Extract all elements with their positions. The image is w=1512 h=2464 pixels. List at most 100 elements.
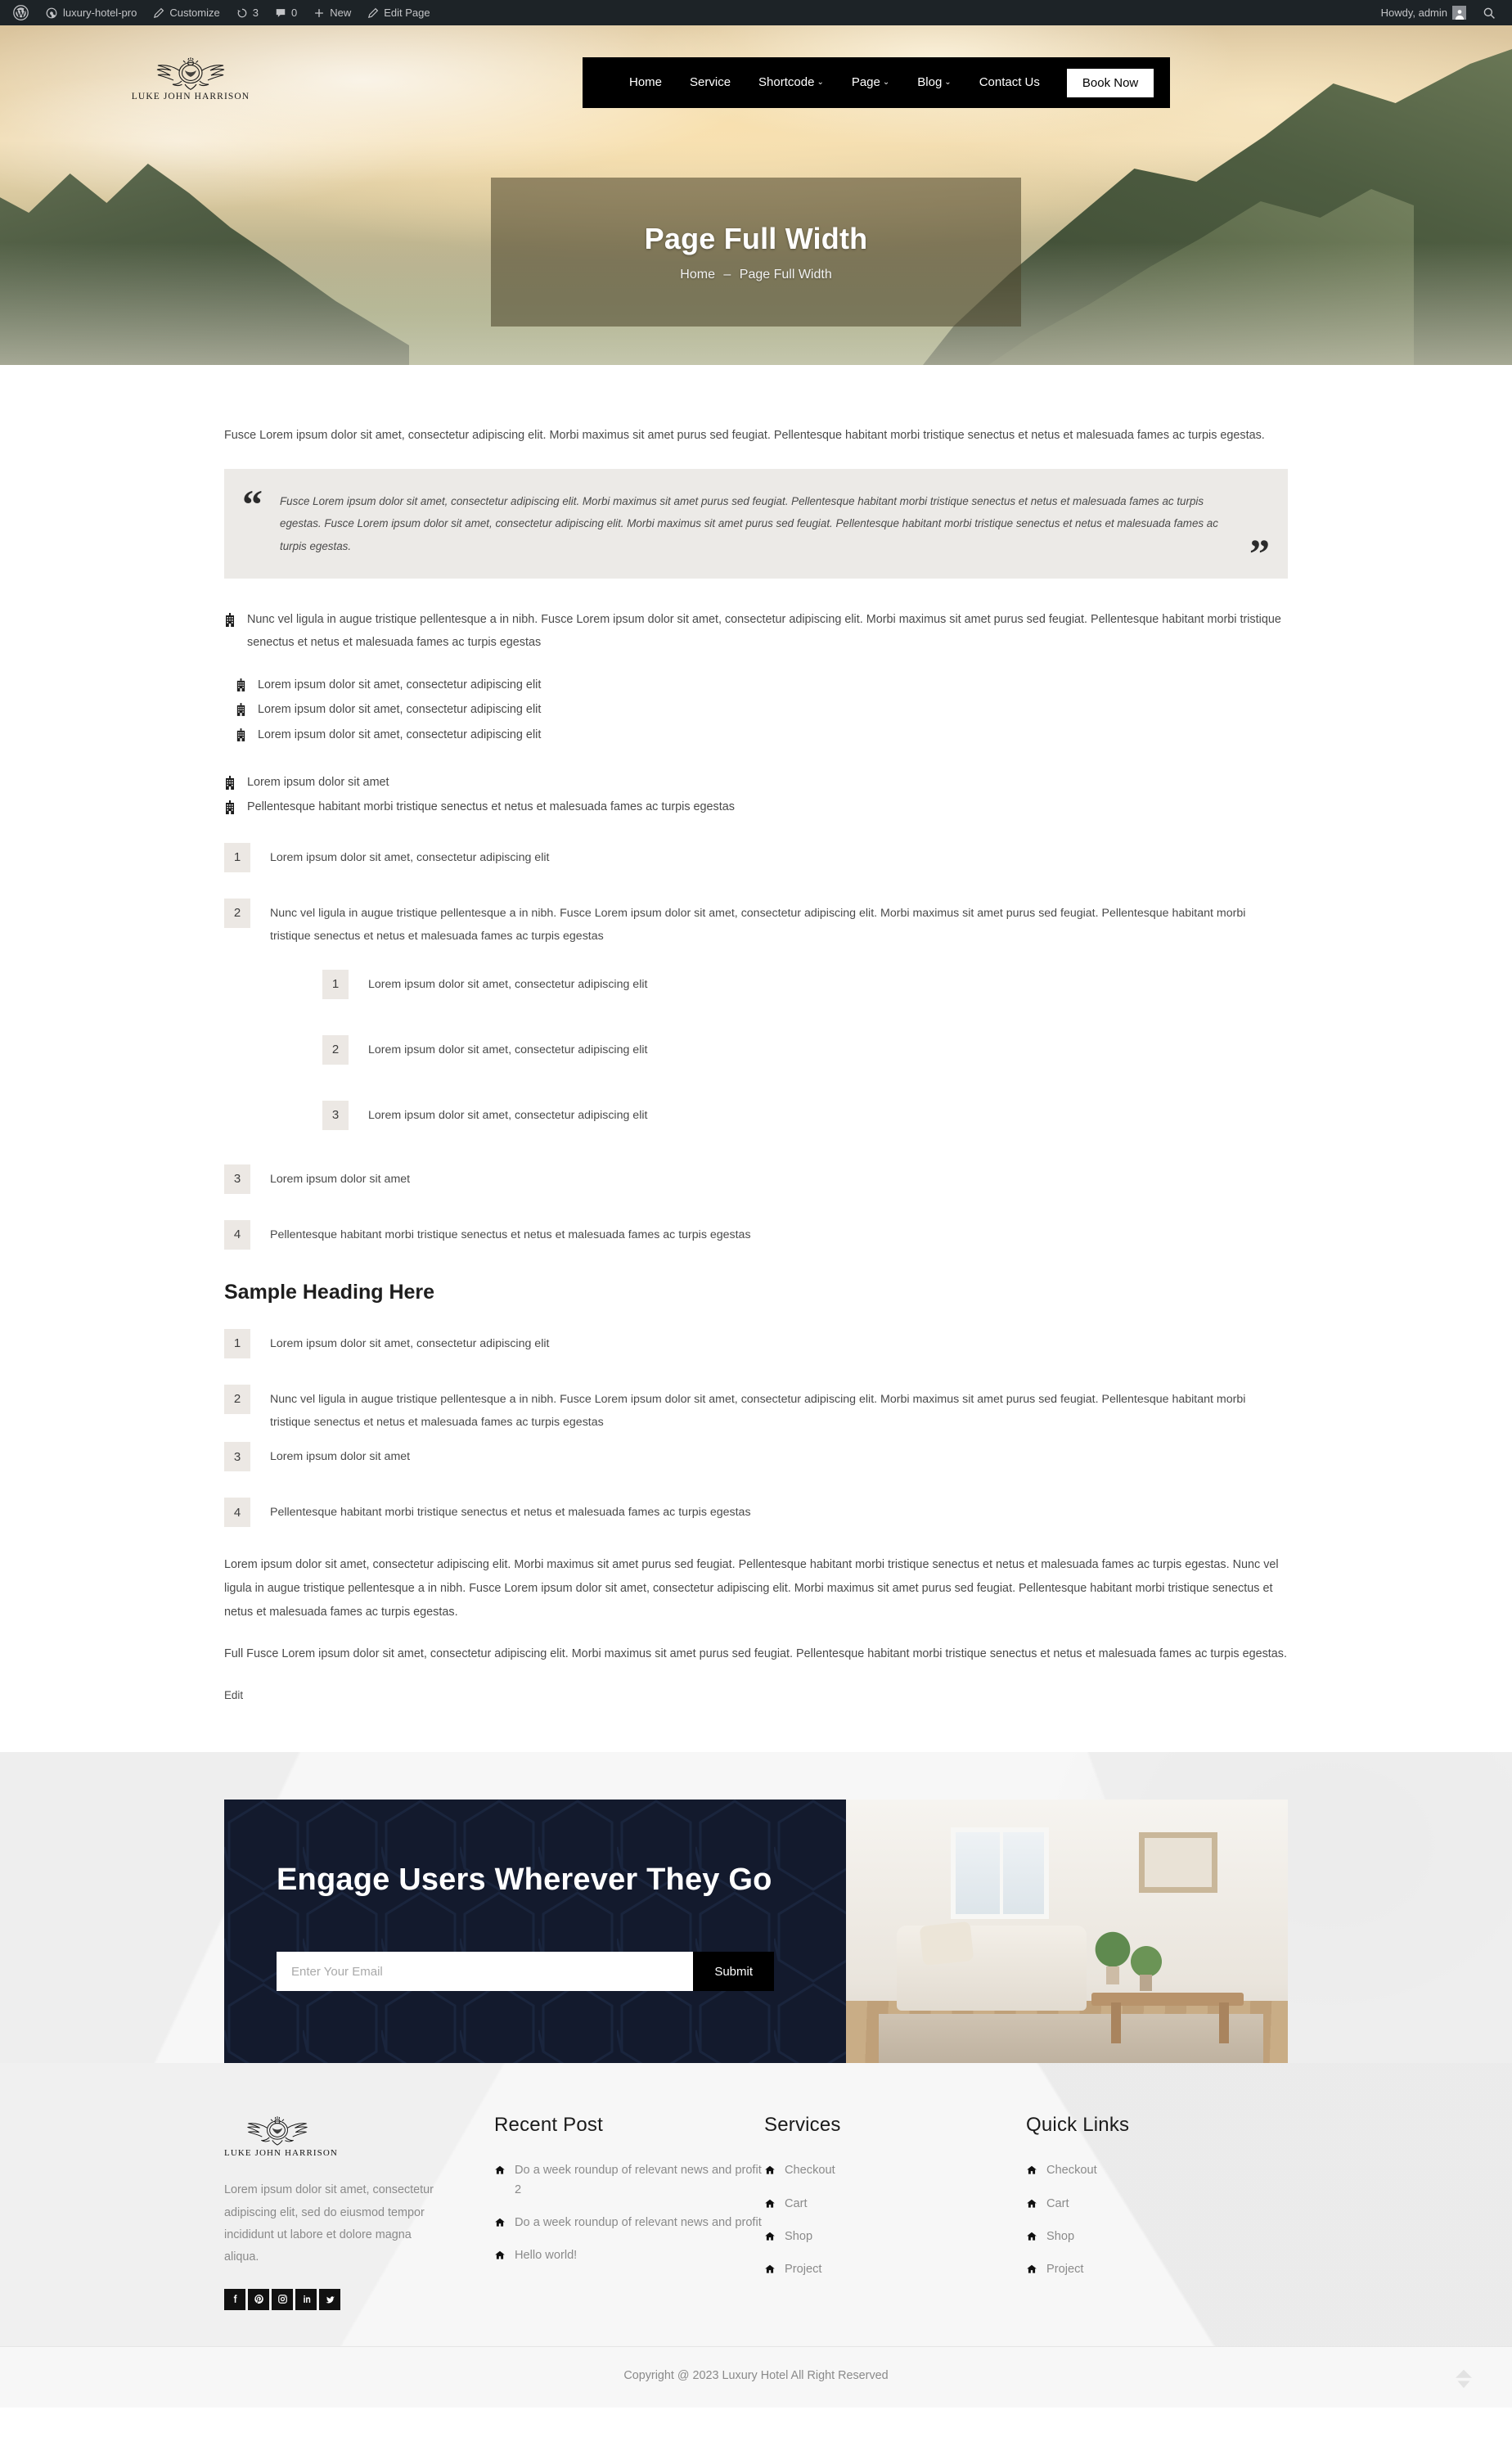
link-label: Cart <box>785 2196 808 2210</box>
footer-logo[interactable]: LUKE JOHN HARRISON <box>224 2114 461 2158</box>
list-item: 1 Lorem ipsum dolor sit amet, consectetu… <box>224 1328 1288 1358</box>
link-label: Checkout <box>785 2164 835 2178</box>
site-logo[interactable]: LUKE JOHN HARRISON <box>113 55 268 101</box>
list-item-text: Pellentesque habitant morbi tristique se… <box>247 800 735 813</box>
footer-about-text: Lorem ipsum dolor sit amet, consectetur … <box>224 2183 434 2264</box>
nav-label: Shortcode <box>758 75 815 89</box>
list-item: 3 Lorem ipsum dolor sit amet <box>224 1442 1288 1472</box>
list-item-text: Lorem ipsum dolor sit amet, consectetur … <box>258 727 542 741</box>
quick-links-list: Checkout Cart Shop Project <box>1026 2161 1288 2279</box>
list-item[interactable]: Do a week roundup of relevant news and p… <box>494 2161 764 2200</box>
footer-column-services: Services Checkout Cart Shop Project <box>764 2114 1026 2309</box>
nav-label: Contact Us <box>979 75 1040 89</box>
new-content-button[interactable]: New <box>305 0 359 25</box>
footer-column-title: Quick Links <box>1026 2114 1130 2137</box>
customize-button[interactable]: Customize <box>145 0 227 25</box>
email-input[interactable] <box>277 1952 694 1992</box>
list-item: 4 Pellentesque habitant morbi tristique … <box>224 1498 1288 1528</box>
pencil-icon <box>153 7 164 19</box>
list-item[interactable]: Checkout <box>1026 2161 1288 2180</box>
hotel-building-icon <box>224 775 236 790</box>
list-number-badge: 3 <box>322 1100 349 1130</box>
customize-label: Customize <box>169 7 220 19</box>
admin-bar-site-name[interactable]: luxury-hotel-pro <box>37 0 145 25</box>
home-icon <box>1026 2231 1037 2242</box>
nav-item-service[interactable]: Service <box>676 57 745 108</box>
numbered-list-primary: 1 Lorem ipsum dolor sit amet, consectetu… <box>224 842 1288 1250</box>
newsletter-section: Engage Users Wherever They Go Submit <box>0 1751 1512 2064</box>
link-label: Checkout <box>1046 2164 1097 2178</box>
hotel-building-icon <box>224 613 236 628</box>
facebook-icon[interactable] <box>224 2288 245 2310</box>
link-label: Do a week roundup of relevant news and p… <box>515 2164 762 2196</box>
list-item: 2 Lorem ipsum dolor sit amet, consectetu… <box>322 1034 1288 1065</box>
home-icon <box>494 2250 506 2261</box>
list-item: 3 Lorem ipsum dolor sit amet <box>224 1164 1288 1194</box>
breadcrumb-home[interactable]: Home <box>680 268 715 282</box>
list-item[interactable]: Checkout <box>764 2161 1026 2180</box>
page-title-box: Page Full Width Home – Page Full Width <box>491 178 1021 327</box>
nav-item-contact-us[interactable]: Contact Us <box>965 57 1054 108</box>
footer-column-title: Recent Post <box>494 2114 603 2137</box>
home-icon <box>1026 2264 1037 2275</box>
icon-list-primary: Nunc vel ligula in augue tristique pelle… <box>224 608 1288 654</box>
linkedin-icon[interactable] <box>295 2288 317 2310</box>
numbered-sublist: 1 Lorem ipsum dolor sit amet, consectetu… <box>270 969 1288 1130</box>
list-item: 3 Lorem ipsum dolor sit amet, consectetu… <box>322 1100 1288 1130</box>
list-item[interactable]: Do a week roundup of relevant news and p… <box>494 2214 764 2232</box>
edit-post-link[interactable]: Edit <box>224 1689 243 1701</box>
instagram-icon[interactable] <box>272 2288 293 2310</box>
list-item: 1 Lorem ipsum dolor sit amet, consectetu… <box>322 969 1288 999</box>
list-item[interactable]: Project <box>764 2260 1026 2279</box>
footer-column-recent-post: Recent Post Do a week roundup of relevan… <box>494 2114 764 2309</box>
home-icon <box>494 2164 506 2176</box>
nav-item-page[interactable]: Page ⌄ <box>838 57 903 108</box>
nav-item-blog[interactable]: Blog ⌄ <box>903 57 965 108</box>
new-label: New <box>330 7 352 19</box>
edit-page-button[interactable]: Edit Page <box>359 0 438 25</box>
pinterest-icon[interactable] <box>248 2288 269 2310</box>
list-item[interactable]: Shop <box>764 2228 1026 2246</box>
list-item[interactable]: Shop <box>1026 2228 1288 2246</box>
wordpress-logo-menu[interactable] <box>5 0 37 25</box>
list-number-badge: 2 <box>224 1384 250 1414</box>
list-item-text: Lorem ipsum dolor sit amet, consectetur … <box>368 977 648 991</box>
updates-icon <box>236 7 248 19</box>
hotel-room-image <box>846 1799 1288 2064</box>
list-item[interactable]: Hello world! <box>494 2246 764 2265</box>
list-item-text: Nunc vel ligula in augue tristique pelle… <box>270 1392 1246 1429</box>
nav-label: Service <box>690 75 731 89</box>
submit-button[interactable]: Submit <box>693 1952 774 1992</box>
chevron-down-icon: ⌄ <box>817 78 824 87</box>
site-footer: LUKE JOHN HARRISON Lorem ipsum dolor sit… <box>0 2063 1512 2346</box>
admin-search-button[interactable] <box>1474 0 1504 25</box>
list-item-text: Lorem ipsum dolor sit amet, consectetur … <box>368 1108 648 1122</box>
nav-item-shortcode[interactable]: Shortcode ⌄ <box>745 57 838 108</box>
intro-paragraph: Fusce Lorem ipsum dolor sit amet, consec… <box>224 429 1265 442</box>
twitter-icon[interactable] <box>319 2288 340 2310</box>
list-item-text: Lorem ipsum dolor sit amet, consectetur … <box>368 1043 648 1056</box>
comments-button[interactable]: 0 <box>267 0 305 25</box>
list-item[interactable]: Project <box>1026 2260 1288 2279</box>
services-list: Checkout Cart Shop Project <box>764 2161 1026 2279</box>
updates-count: 3 <box>252 7 259 19</box>
newsletter-form: Submit <box>277 1952 774 1992</box>
tail-paragraph-1: Lorem ipsum dolor sit amet, consectetur … <box>224 1558 1279 1619</box>
updates-button[interactable]: 3 <box>228 0 267 25</box>
nav-item-home[interactable]: Home <box>615 57 676 108</box>
list-item: 2 Nunc vel ligula in augue tristique pel… <box>224 1384 1288 1435</box>
scroll-to-top-icon[interactable] <box>1450 2365 1478 2393</box>
icon-list-secondary: Lorem ipsum dolor sit amet Pellentesque … <box>224 771 1288 818</box>
my-account-menu[interactable]: Howdy, admin <box>1373 0 1474 25</box>
hotel-building-icon <box>236 678 246 692</box>
book-now-button[interactable]: Book Now <box>1066 68 1154 97</box>
howdy-label: Howdy, admin <box>1380 7 1447 19</box>
copyright-text: Copyright @ 2023 Luxury Hotel All Right … <box>623 2368 889 2382</box>
footer-logo-text: LUKE JOHN HARRISON <box>224 2148 338 2159</box>
list-item[interactable]: Cart <box>764 2195 1026 2214</box>
list-item[interactable]: Cart <box>1026 2195 1288 2214</box>
list-item-text: Lorem ipsum dolor sit amet, consectetur … <box>270 850 550 864</box>
comment-icon <box>275 7 286 19</box>
site-name-label: luxury-hotel-pro <box>63 7 137 19</box>
list-item: Pellentesque habitant morbi tristique se… <box>224 795 1288 818</box>
